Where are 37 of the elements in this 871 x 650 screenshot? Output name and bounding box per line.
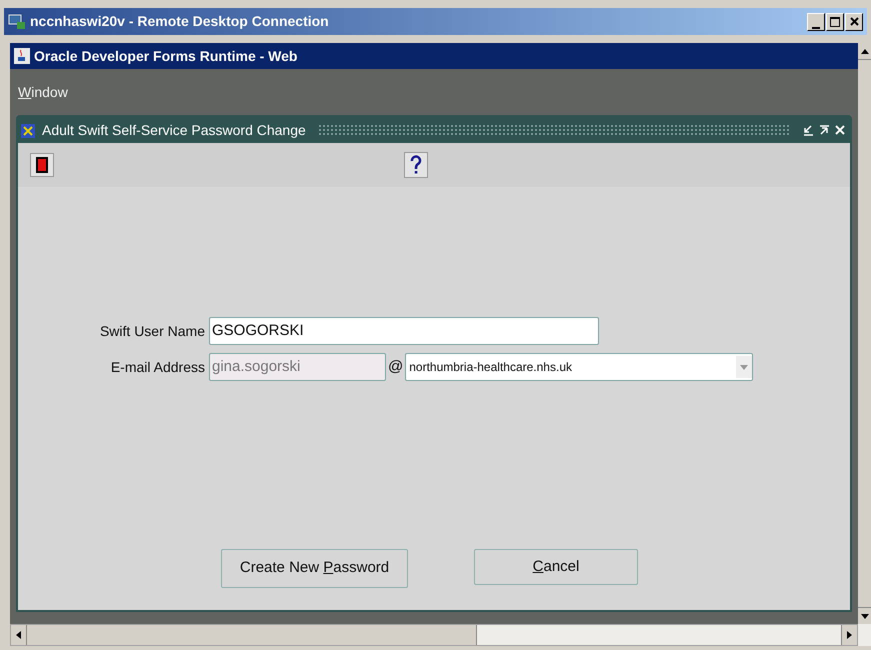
close-icon[interactable] (834, 124, 846, 136)
form-button[interactable]: Cancel (474, 549, 638, 585)
maximize-icon[interactable] (818, 124, 830, 136)
scroll-left-button[interactable] (11, 625, 27, 645)
up-arrow-icon (860, 48, 868, 54)
scrollbar-thumb[interactable] (27, 625, 477, 645)
input-field[interactable]: GSOGORSKI (209, 317, 599, 345)
scroll-up-button[interactable] (858, 43, 871, 59)
scroll-down-button[interactable] (858, 608, 871, 624)
left-arrow-icon (16, 631, 21, 639)
computer-icon (8, 14, 26, 30)
minimize-icon[interactable] (802, 124, 814, 136)
horizontal-scrollbar[interactable] (10, 624, 858, 646)
maximize-button[interactable] (826, 12, 844, 30)
scrollbar-thumb[interactable] (858, 59, 871, 608)
maximize-icon (830, 16, 840, 26)
field-label: E-mail Address (110, 358, 206, 376)
exit-button[interactable] (30, 153, 54, 177)
form-button[interactable]: Create New Password (221, 549, 408, 588)
down-arrow-icon (860, 614, 868, 618)
minimize-icon (812, 26, 820, 30)
form-title: Adult Swift Self-Service Password Change (42, 120, 306, 140)
browser-title: Oracle Developer Forms Runtime - Web (34, 46, 298, 66)
form-icon (20, 121, 38, 139)
at-sign: @ (387, 356, 404, 377)
door-icon (36, 157, 48, 173)
java-cup-icon (14, 48, 30, 64)
minimize-button[interactable] (807, 12, 825, 30)
scroll-right-button[interactable] (841, 625, 857, 645)
menu-item[interactable]: Window (18, 82, 68, 102)
close-button[interactable] (845, 12, 863, 30)
window-title: nccnhaswi20v - Remote Desktop Connection (30, 12, 330, 31)
question-mark-icon (410, 155, 422, 175)
help-button[interactable] (404, 152, 428, 178)
close-icon (850, 17, 858, 26)
right-arrow-icon (847, 631, 852, 639)
field-label: Swift User Name (98, 322, 206, 340)
